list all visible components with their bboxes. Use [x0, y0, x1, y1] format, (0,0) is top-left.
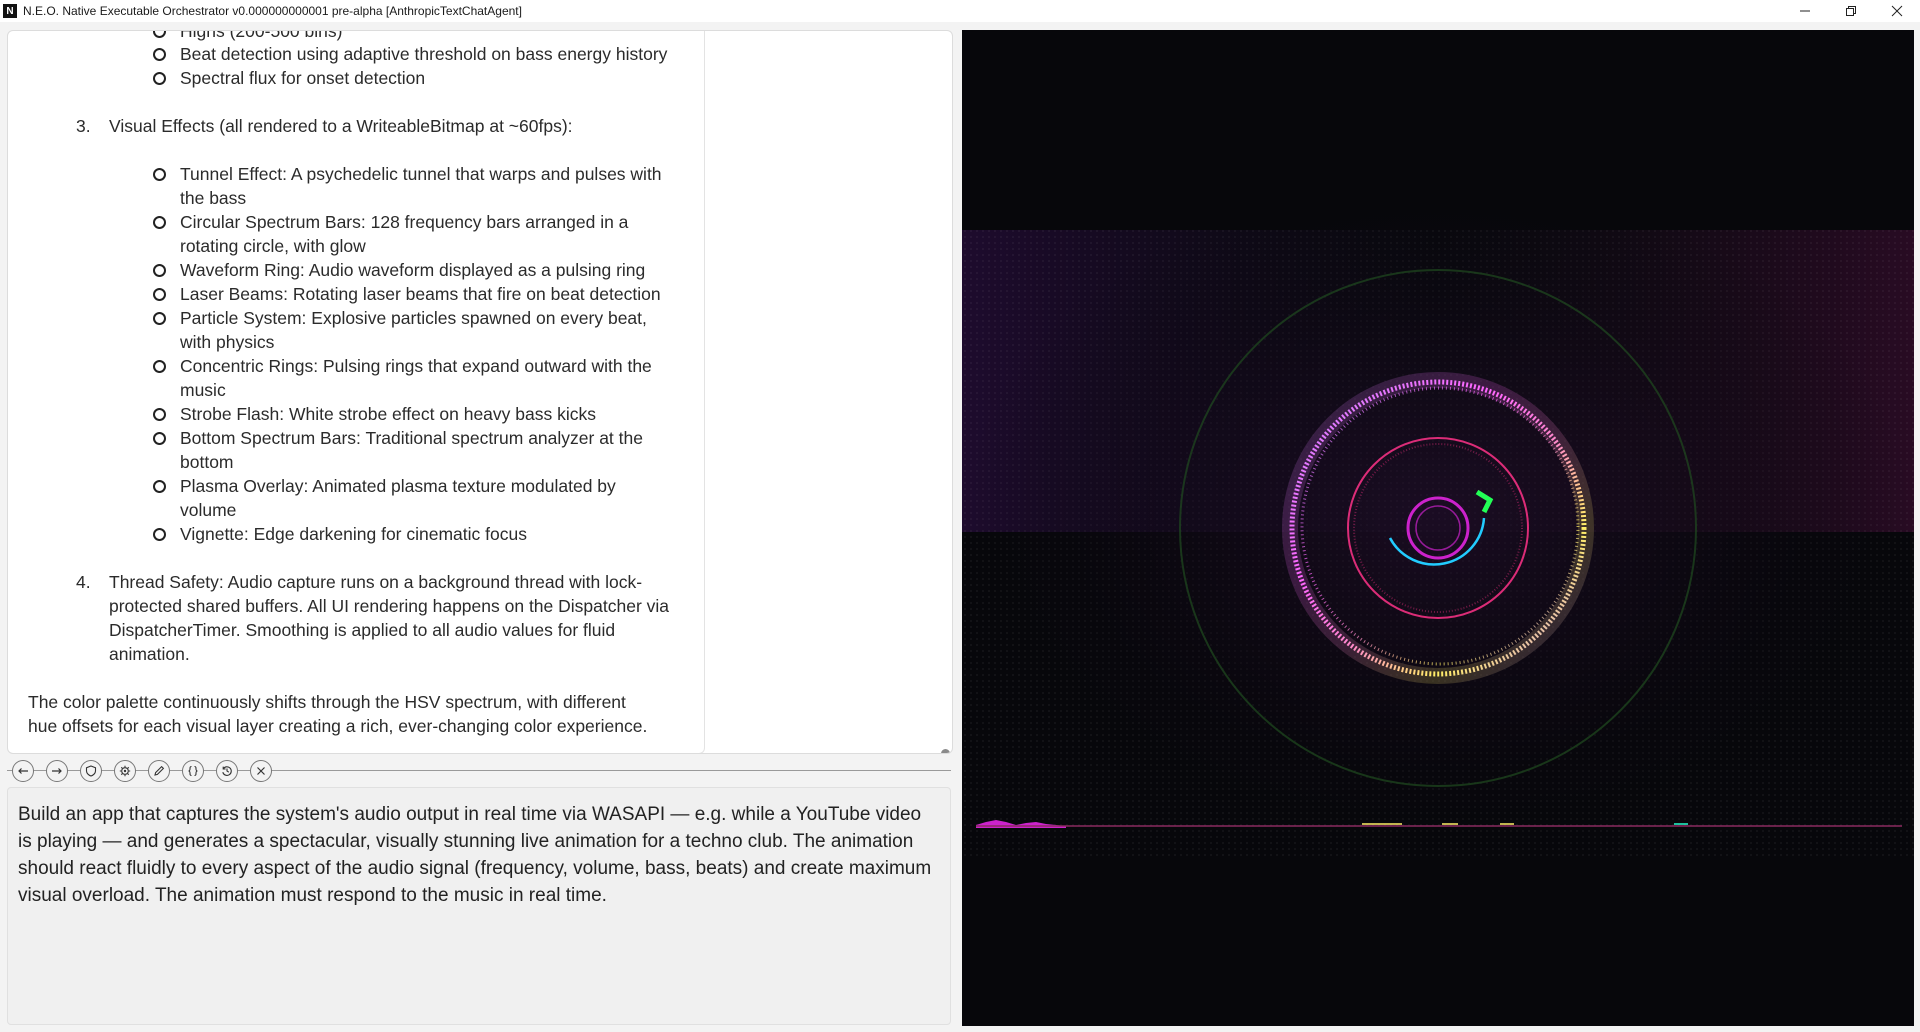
message-line: Thread Safety: Audio capture runs on a b… — [109, 572, 643, 592]
message-line: Vignette: Edge darkening for cinematic f… — [180, 524, 527, 544]
bullet-icon — [153, 288, 166, 301]
assistant-message: Highs (200-500 bins) Beat detection usin… — [18, 31, 705, 753]
message-line: Visual Effects (all rendered to a Writea… — [109, 116, 573, 136]
message-line: The color palette continuously shifts th… — [28, 692, 626, 712]
bullet-icon — [153, 360, 166, 373]
message-line: rotating circle, with glow — [180, 236, 366, 256]
message-line: Circular Spectrum Bars: 128 frequency ba… — [180, 212, 629, 232]
message-line: Laser Beams: Rotating laser beams that f… — [180, 284, 661, 304]
message-line: Bottom Spectrum Bars: Traditional spectr… — [180, 428, 643, 448]
code-braces-icon — [188, 765, 198, 777]
message-line: with physics — [180, 332, 275, 352]
edit-pencil-icon — [154, 765, 165, 776]
shield-button[interactable] — [80, 760, 102, 782]
clear-button[interactable] — [250, 760, 272, 782]
message-line: Particle System: Explosive particles spa… — [180, 308, 647, 328]
prompt-input[interactable]: Build an app that captures the system's … — [7, 787, 951, 1025]
visualizer-scene — [962, 180, 1914, 857]
restore-button[interactable] — [1828, 0, 1874, 22]
close-window-button[interactable] — [1874, 0, 1920, 22]
minimize-icon — [1800, 10, 1810, 12]
window-title: N.E.O. Native Executable Orchestrator v0… — [23, 4, 522, 18]
minimize-button[interactable] — [1782, 0, 1828, 22]
chat-toolbar — [12, 760, 284, 782]
list-number: 3. — [76, 116, 91, 136]
bullet-icon — [153, 528, 166, 541]
settings-button[interactable] — [114, 760, 136, 782]
bullet-icon — [153, 312, 166, 325]
bullet-icon — [153, 216, 166, 229]
message-line: the bass — [180, 188, 247, 208]
message-line: Strobe Flash: White strobe effect on hea… — [180, 404, 596, 424]
bullet-icon — [153, 72, 166, 85]
bullet-icon — [153, 480, 166, 493]
list-number: 4. — [76, 572, 91, 592]
message-line: animation. — [109, 644, 190, 664]
redo-arrow-icon — [52, 768, 62, 774]
undo-button[interactable] — [12, 760, 34, 782]
bullet-icon — [153, 408, 166, 421]
bullet-icon — [153, 168, 166, 181]
message-line: Waveform Ring: Audio waveform displayed … — [180, 260, 646, 280]
edit-button[interactable] — [148, 760, 170, 782]
chat-transcript-panel[interactable]: Highs (200-500 bins) Beat detection usin… — [7, 30, 953, 754]
message-line: Beat detection using adaptive threshold … — [180, 44, 668, 64]
redo-button[interactable] — [46, 760, 68, 782]
close-icon — [257, 767, 265, 775]
message-line: Plasma Overlay: Animated plasma texture … — [180, 476, 616, 496]
bullet-icon — [153, 48, 166, 61]
message-line: bottom — [180, 452, 234, 472]
message-line: Tunnel Effect: A psychedelic tunnel that… — [180, 164, 662, 184]
tunnel-glow — [962, 180, 1914, 850]
code-button[interactable] — [182, 760, 204, 782]
undo-arrow-icon — [18, 768, 28, 774]
window-controls — [1782, 0, 1920, 22]
bullet-icon — [153, 31, 166, 38]
message-line: hue offsets for each visual layer creati… — [28, 716, 648, 736]
app-logo-icon: N — [3, 4, 17, 18]
history-icon — [222, 766, 232, 776]
message-line: protected shared buffers. All UI renderi… — [109, 596, 670, 616]
message-line: volume — [180, 500, 237, 520]
visualizer-canvas — [962, 30, 1914, 1026]
bullet-icon — [153, 432, 166, 445]
chat-scrollbar-thumb[interactable] — [941, 749, 950, 753]
message-line: DispatcherTimer. Smoothing is applied to… — [109, 620, 616, 640]
message-line: Spectral flux for onset detection — [180, 68, 426, 88]
restore-icon — [1846, 6, 1856, 16]
settings-gear-icon — [119, 765, 131, 777]
shield-icon — [85, 765, 97, 777]
title-bar: N N.E.O. Native Executable Orchestrator … — [0, 0, 1920, 22]
message-line: Concentric Rings: Pulsing rings that exp… — [180, 356, 652, 376]
close-icon — [1891, 5, 1903, 17]
history-button[interactable] — [216, 760, 238, 782]
bullet-icon — [153, 264, 166, 277]
message-line: music — [180, 380, 226, 400]
